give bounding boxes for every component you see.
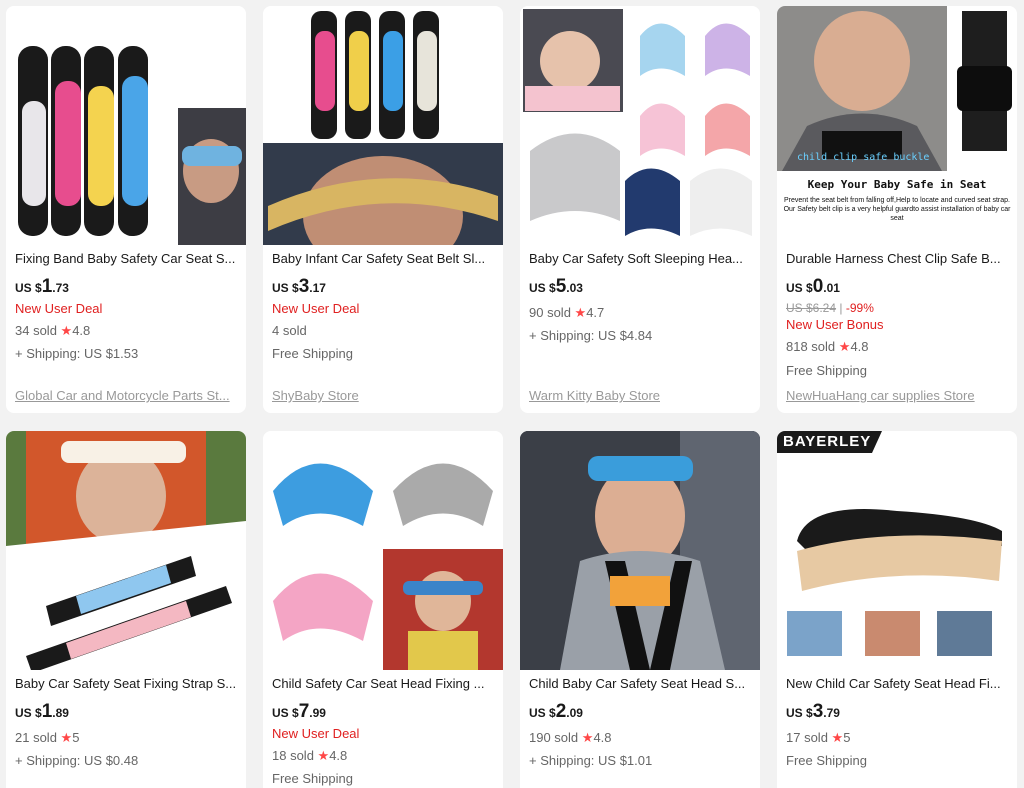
deal-label: New User Deal [272,301,360,316]
sold-rating: 818 sold ★4.8 [786,339,869,354]
shipping-info: + Shipping: US $4.84 [529,328,653,343]
shipping-info: Free Shipping [786,363,867,378]
store-link[interactable]: Global Car and Motorcycle Parts St... [15,388,237,403]
star-icon: ★ [838,339,851,354]
image-description: Prevent the seat belt from falling off,H… [783,197,1011,222]
product-price: US $3.17 [272,276,326,297]
deal-label: New User Bonus [786,317,884,332]
store-link[interactable]: ShyBaby Store [272,388,494,403]
product-price: US $5.03 [529,276,583,297]
star-icon: ★ [831,730,844,745]
sold-rating: 190 sold ★4.8 [529,730,612,745]
product-image[interactable]: BAYERLEY [777,431,1017,670]
product-card[interactable]: Child Safety Car Seat Head Fixing ... US… [263,431,503,788]
shipping-info: + Shipping: US $1.53 [15,346,139,361]
store-link[interactable]: NewHuaHang car supplies Store [786,388,1008,403]
product-card[interactable]: Fixing Band Baby Safety Car Seat S... US… [6,6,246,413]
product-price: US $7.99 [272,701,326,722]
product-price: US $3.79 [786,701,840,722]
product-image[interactable] [6,6,246,245]
product-price: US $0.01 [786,276,840,297]
product-image[interactable] [520,431,760,670]
product-card[interactable]: BAYERLEY New Child Car Safety Seat Head … [777,431,1017,788]
brand-logo: BAYERLEY [783,433,872,450]
product-card[interactable]: Baby Infant Car Safety Seat Belt Sl... U… [263,6,503,413]
image-overlay-text: child clip safe buckle [797,152,930,163]
product-card[interactable]: Baby Car Safety Seat Fixing Strap S... U… [6,431,246,788]
product-title[interactable]: Fixing Band Baby Safety Car Seat S... [15,251,237,266]
shipping-info: + Shipping: US $1.01 [529,753,653,768]
star-icon: ★ [60,323,73,338]
product-card[interactable]: Child Baby Car Safety Seat Head S... US … [520,431,760,788]
star-icon: ★ [317,748,330,763]
sold-rating: 17 sold ★5 [786,730,851,745]
store-link[interactable]: Warm Kitty Baby Store [529,388,751,403]
sold-count: 4 sold [272,323,307,338]
sold-rating: 18 sold ★4.8 [272,748,348,763]
deal-label: New User Deal [15,301,103,316]
product-title[interactable]: Child Baby Car Safety Seat Head S... [529,676,751,691]
product-title[interactable]: Baby Infant Car Safety Seat Belt Sl... [272,251,494,266]
product-price: US $1.73 [15,276,69,297]
shipping-info: Free Shipping [272,771,353,786]
product-title[interactable]: Durable Harness Chest Clip Safe B... [786,251,1008,266]
product-title[interactable]: Baby Car Safety Soft Sleeping Hea... [529,251,751,266]
deal-label: New User Deal [272,726,360,741]
sold-rating: 90 sold ★4.7 [529,305,605,320]
star-icon: ★ [574,305,587,320]
product-price: US $2.09 [529,701,583,722]
product-image[interactable] [263,6,503,245]
product-image[interactable] [520,6,760,245]
product-title[interactable]: New Child Car Safety Seat Head Fi... [786,676,1008,691]
shipping-info: Free Shipping [272,346,353,361]
product-price: US $1.89 [15,701,69,722]
product-card[interactable]: child clip safe buckle Keep Your Baby Sa… [777,6,1017,413]
sold-rating: 34 sold ★4.8 [15,323,91,338]
original-price: US $6.24 | -99% [786,301,874,315]
product-image[interactable] [6,431,246,670]
product-title[interactable]: Child Safety Car Seat Head Fixing ... [272,676,494,691]
product-title[interactable]: Baby Car Safety Seat Fixing Strap S... [15,676,237,691]
product-image[interactable] [263,431,503,670]
product-image[interactable]: child clip safe buckle Keep Your Baby Sa… [777,6,1017,237]
shipping-info: Free Shipping [786,753,867,768]
shipping-info: + Shipping: US $0.48 [15,753,139,768]
star-icon: ★ [581,730,594,745]
image-caption: Keep Your Baby Safe in Seat [807,178,987,191]
product-card[interactable]: Baby Car Safety Soft Sleeping Hea... US … [520,6,760,413]
star-icon: ★ [60,730,73,745]
sold-rating: 21 sold ★5 [15,730,80,745]
